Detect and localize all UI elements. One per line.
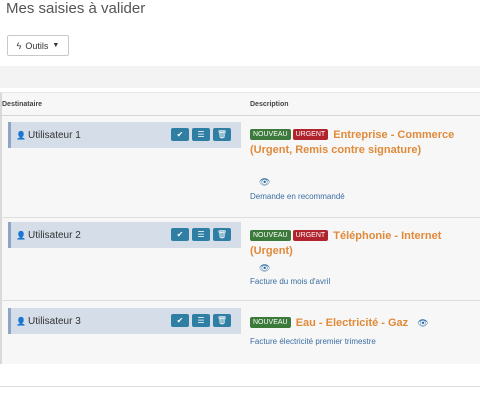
entry-note[interactable]: Demande en recommandé (250, 192, 345, 201)
description-cell: NOUVEAU URGENT Entreprise - Commerce (Urg… (250, 128, 475, 158)
details-button[interactable]: ☰ (192, 314, 210, 327)
recipient-cell: 👤 Utilisateur 2 ✔ ☰ 🗑 (8, 222, 241, 248)
user-icon: 👤 (16, 316, 26, 326)
column-header-recipient[interactable]: Destinataire (2, 101, 42, 108)
caret-down-icon: ▼ (52, 42, 60, 49)
column-header-description[interactable]: Description (250, 101, 289, 108)
row-divider (0, 300, 480, 301)
description-cell: NOUVEAU Eau - Electricité - Gaz 👁 (250, 316, 475, 331)
recipient-name: Utilisateur 2 (27, 229, 81, 241)
recipient-cell: 👤 Utilisateur 3 ✔ ☰ 🗑 (8, 308, 241, 334)
validate-button[interactable]: ✔ (171, 314, 189, 327)
row-actions: ✔ ☰ 🗑 (171, 228, 231, 241)
user-icon: 👤 (16, 130, 26, 140)
urgent-badge: URGENT (292, 230, 329, 241)
eye-icon[interactable]: 👁 (259, 263, 270, 274)
user-icon: 👤 (16, 230, 26, 240)
recipient-name: Utilisateur 1 (27, 129, 81, 141)
details-button[interactable]: ☰ (192, 228, 210, 241)
entry-note[interactable]: Facture électricité premier trimestre (250, 337, 376, 346)
status-badge: NOUVEAU (250, 129, 291, 140)
status-badge: NOUVEAU (250, 317, 291, 328)
eye-icon[interactable]: 👁 (259, 177, 270, 188)
bolt-icon: ϟ (16, 40, 22, 51)
delete-button[interactable]: 🗑 (213, 314, 231, 327)
urgent-badge: URGENT (292, 129, 329, 140)
page-title: Mes saisies à valider (6, 0, 146, 17)
entry-subject[interactable]: Eau - Electricité - Gaz (296, 317, 408, 329)
tools-label: Outils (25, 40, 49, 51)
delete-button[interactable]: 🗑 (213, 228, 231, 241)
validate-button[interactable]: ✔ (171, 128, 189, 141)
recipient-cell: 👤 Utilisateur 1 ✔ ☰ 🗑 (8, 122, 241, 148)
row-actions: ✔ ☰ 🗑 (171, 128, 231, 141)
description-cell: NOUVEAU URGENT Téléphonie - Internet (Urg… (250, 229, 475, 259)
status-badge: NOUVEAU (250, 230, 291, 241)
tools-dropdown-button[interactable]: ϟ Outils ▼ (7, 35, 69, 56)
delete-button[interactable]: 🗑 (213, 128, 231, 141)
details-button[interactable]: ☰ (192, 128, 210, 141)
row-divider (0, 217, 480, 218)
row-actions: ✔ ☰ 🗑 (171, 314, 231, 327)
table-bottom-border (0, 386, 480, 387)
header-divider (0, 115, 480, 116)
recipient-name: Utilisateur 3 (27, 315, 81, 327)
validate-button[interactable]: ✔ (171, 228, 189, 241)
eye-icon[interactable]: 👁 (417, 318, 428, 328)
filter-band (0, 66, 480, 88)
entry-note[interactable]: Facture du mois d'avril (250, 277, 330, 286)
